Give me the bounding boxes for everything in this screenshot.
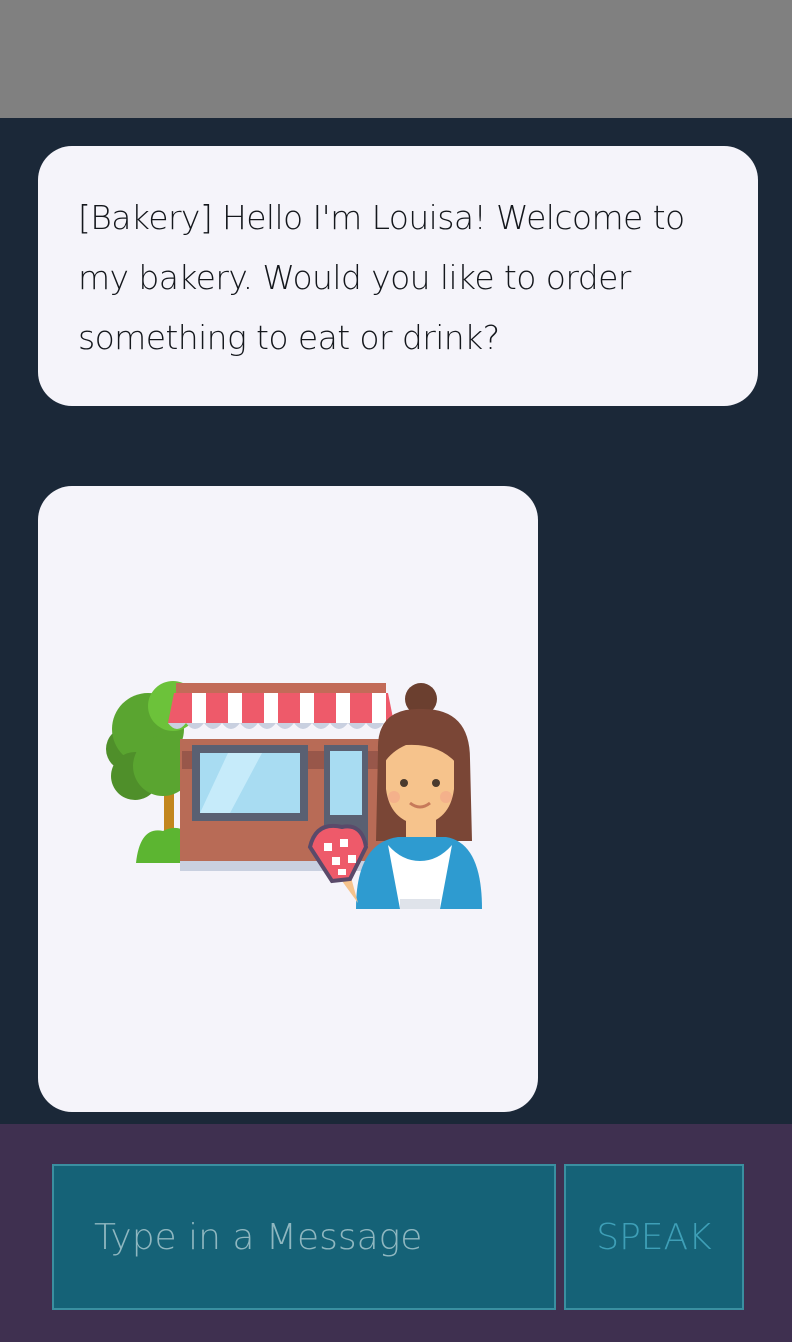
message-input[interactable] (52, 1164, 556, 1310)
speak-button[interactable]: SPEAK (564, 1164, 744, 1310)
bakery-illustration (106, 681, 482, 909)
message-composer: SPEAK (0, 1124, 792, 1342)
status-bar (0, 0, 792, 118)
chat-image-message (38, 486, 538, 1112)
chat-message-text: [Bakery] Hello I'm Louisa! Welcome to my… (78, 198, 685, 357)
chat-message: [Bakery] Hello I'm Louisa! Welcome to my… (38, 146, 758, 406)
chat-area[interactable]: [Bakery] Hello I'm Louisa! Welcome to my… (0, 118, 792, 1124)
